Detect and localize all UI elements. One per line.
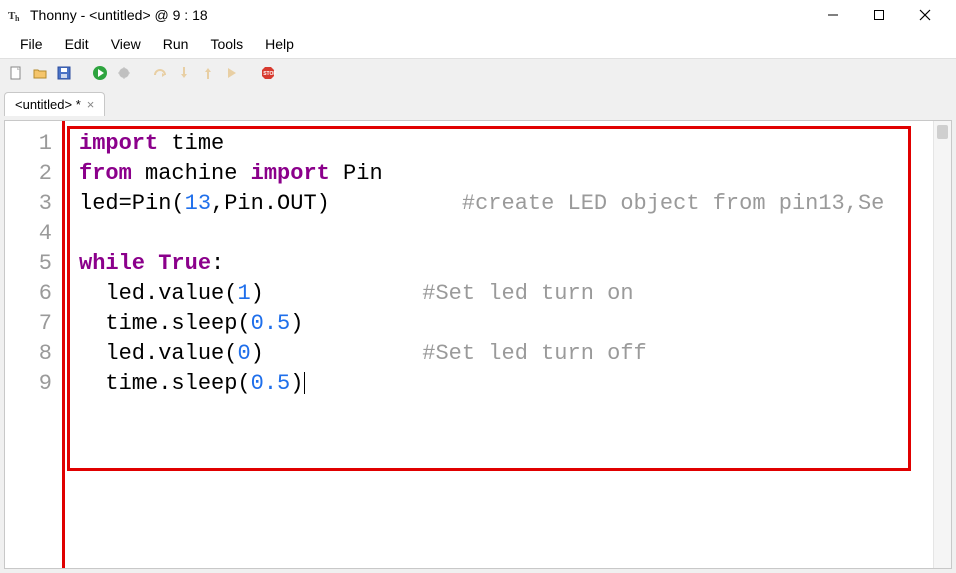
window-title: Thonny - <untitled> @ 9 : 18 [30,7,208,23]
code-line[interactable]: from machine import Pin [79,159,943,189]
editor-container: 123456789 import timefrom machine import… [0,116,956,573]
step-out-icon [198,63,218,83]
line-number: 8 [9,339,52,369]
line-number: 4 [9,219,52,249]
line-number: 6 [9,279,52,309]
run-icon[interactable] [90,63,110,83]
close-button[interactable] [902,0,948,30]
scrollbar-thumb[interactable] [937,125,948,139]
menu-edit[interactable]: Edit [57,34,97,54]
menu-bar: File Edit View Run Tools Help [0,30,956,58]
svg-text:STOP: STOP [263,71,276,77]
code-text-area[interactable]: import timefrom machine import Pinled=Pi… [65,121,951,568]
step-over-icon [150,63,170,83]
line-number: 3 [9,189,52,219]
text-cursor [304,372,305,394]
code-line[interactable]: while True: [79,249,943,279]
code-editor[interactable]: 123456789 import timefrom machine import… [4,120,952,569]
code-line[interactable] [79,219,943,249]
line-number: 5 [9,249,52,279]
menu-tools[interactable]: Tools [202,34,251,54]
toolbar: STOP [0,58,956,86]
tab-label: <untitled> * [15,97,81,112]
step-into-icon [174,63,194,83]
menu-file[interactable]: File [12,34,51,54]
code-line[interactable]: time.sleep(0.5) [79,309,943,339]
vertical-scrollbar[interactable] [933,121,951,568]
menu-help[interactable]: Help [257,34,302,54]
save-icon[interactable] [54,63,74,83]
line-number: 7 [9,309,52,339]
new-file-icon[interactable] [6,63,26,83]
resume-icon [222,63,242,83]
svg-text:h: h [15,14,20,23]
menu-run[interactable]: Run [155,34,197,54]
line-number: 2 [9,159,52,189]
open-file-icon[interactable] [30,63,50,83]
code-line[interactable]: led=Pin(13,Pin.OUT) #create LED object f… [79,189,943,219]
tab-close-icon[interactable]: × [87,98,95,111]
tab-untitled[interactable]: <untitled> * × [4,92,105,116]
line-number: 1 [9,129,52,159]
debug-icon [114,63,134,83]
line-number: 9 [9,369,52,399]
code-line[interactable]: led.value(1) #Set led turn on [79,279,943,309]
minimize-button[interactable] [810,0,856,30]
menu-view[interactable]: View [103,34,149,54]
tab-strip: <untitled> * × [0,86,956,116]
code-line[interactable]: time.sleep(0.5) [79,369,943,399]
title-bar: Th Thonny - <untitled> @ 9 : 18 [0,0,956,30]
maximize-button[interactable] [856,0,902,30]
line-number-gutter: 123456789 [5,121,65,568]
code-line[interactable]: led.value(0) #Set led turn off [79,339,943,369]
code-line[interactable]: import time [79,129,943,159]
app-icon: Th [8,7,24,23]
stop-icon[interactable]: STOP [258,63,278,83]
